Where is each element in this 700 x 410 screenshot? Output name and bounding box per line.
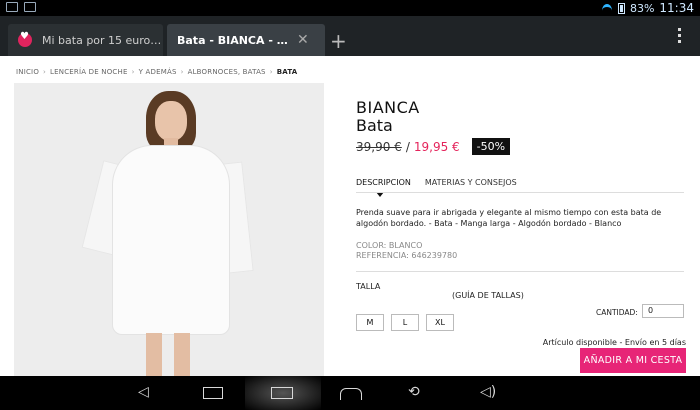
product-tabs: DESCRIPCION MATERIAS Y CONSEJOS	[356, 178, 517, 197]
tab-title: Bata - BIANCA - BLANCO...	[177, 33, 289, 47]
close-tab-icon[interactable]: ✕	[297, 32, 309, 48]
breadcrumb-current: BATA	[276, 68, 298, 76]
web-page: INICIO › LENCERÍA DE NOCHE › Y ADEMÁS › …	[0, 56, 700, 376]
back-icon[interactable]: ⟲	[408, 384, 420, 400]
breadcrumb-separator: ›	[43, 68, 47, 76]
availability-text: Artículo disponible - Envío en 5 días	[542, 338, 686, 347]
quantity-label: CANTIDAD:	[596, 308, 638, 317]
product-reference: REFERENCIA: 646239780	[356, 251, 458, 260]
home-icon[interactable]	[340, 388, 362, 400]
wifi-icon	[601, 3, 613, 13]
breadcrumb-separator: ›	[180, 68, 184, 76]
tab-bata-bianca[interactable]: Bata - BIANCA - BLANCO... ✕	[167, 24, 325, 56]
add-to-cart-button[interactable]: AÑADIR A MI CESTA	[580, 348, 686, 373]
breadcrumb: INICIO › LENCERÍA DE NOCHE › Y ADEMÁS › …	[16, 68, 297, 76]
recent-apps-icon[interactable]	[203, 387, 223, 399]
breadcrumb-item[interactable]: INICIO	[16, 68, 39, 76]
divider	[356, 271, 684, 272]
breadcrumb-separator: ›	[131, 68, 135, 76]
product-description: Prenda suave para ir abrigada y elegante…	[356, 208, 662, 228]
product-type: Bata	[356, 116, 393, 135]
status-bar: 83% 11:34	[0, 0, 700, 16]
breadcrumb-separator: ›	[269, 68, 273, 76]
volume-down-icon[interactable]: ◁	[138, 384, 149, 400]
size-option-l[interactable]: L	[391, 314, 419, 331]
size-guide-link[interactable]: (GUÍA DE TALLAS)	[452, 291, 524, 300]
divider	[356, 192, 684, 193]
product-brand: BIANCA	[356, 98, 420, 117]
product-color: COLOR: BLANCO	[356, 241, 423, 250]
tab-mi-bata[interactable]: Mi bata por 15 euros - M...	[8, 24, 163, 56]
quantity-field[interactable]: 0	[642, 304, 684, 318]
system-nav-bar: ◁ ⟲ ◁)	[0, 376, 700, 410]
tab-materias-consejos[interactable]: MATERIAS Y CONSEJOS	[425, 178, 517, 187]
heart-favicon-icon	[18, 31, 32, 47]
clock: 11:34	[659, 1, 694, 15]
overflow-menu-icon[interactable]	[678, 28, 682, 46]
new-tab-button[interactable]: +	[330, 29, 347, 53]
size-option-xl[interactable]: XL	[426, 314, 454, 331]
product-image[interactable]	[14, 83, 324, 376]
breadcrumb-item[interactable]: Y ADEMÁS	[139, 68, 177, 76]
price-separator: /	[405, 139, 410, 154]
breadcrumb-item[interactable]: ALBORNOCES, BATAS	[188, 68, 266, 76]
old-price: 39,90 €	[356, 139, 402, 154]
battery-percent: 83%	[629, 1, 655, 15]
volume-up-icon[interactable]: ◁)	[480, 384, 496, 400]
screenshot-icon[interactable]	[271, 387, 293, 399]
new-price: 19,95 €	[413, 139, 460, 154]
tab-title: Mi bata por 15 euros - M...	[42, 33, 162, 47]
breadcrumb-item[interactable]: LENCERÍA DE NOCHE	[50, 68, 128, 76]
tab-descripcion[interactable]: DESCRIPCION	[356, 178, 411, 197]
gallery-notification-icon	[24, 2, 36, 12]
size-label: TALLA	[356, 282, 381, 291]
price: 39,90 € / 19,95 € -50%	[356, 138, 511, 155]
discount-badge: -50%	[471, 138, 511, 155]
image-notification-icon	[6, 2, 18, 12]
browser-tab-bar: Mi bata por 15 euros - M... Bata - BIANC…	[0, 16, 700, 56]
battery-icon	[617, 2, 625, 14]
size-option-m[interactable]: M	[356, 314, 384, 331]
